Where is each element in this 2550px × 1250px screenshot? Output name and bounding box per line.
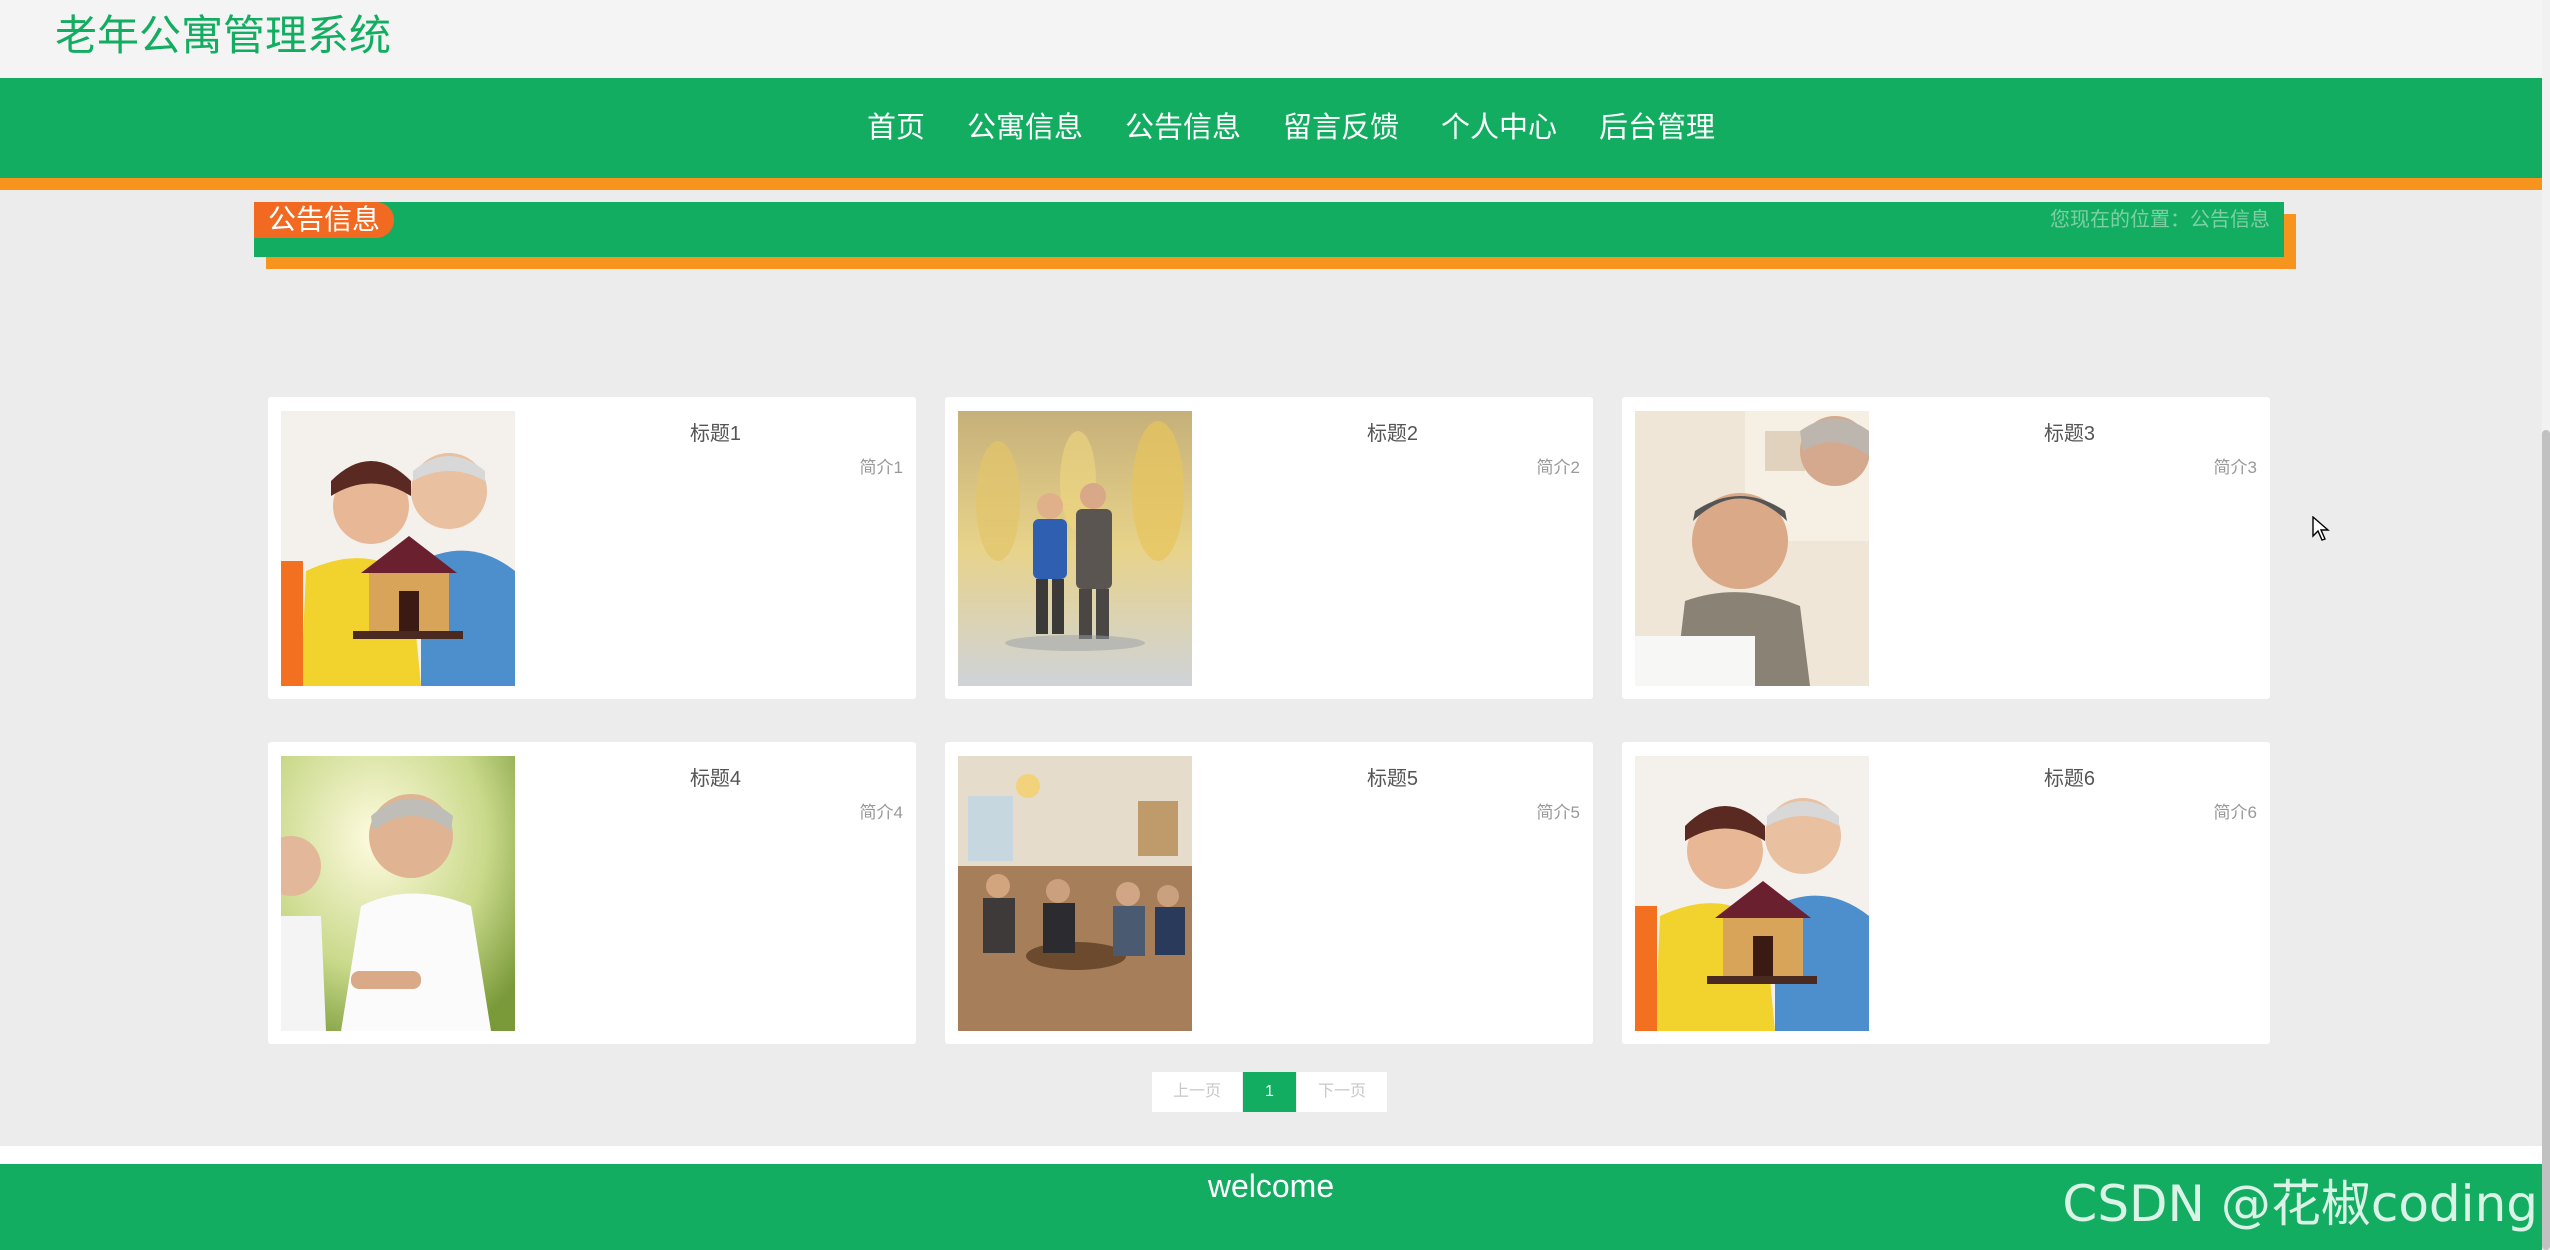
nav-item-apartments[interactable]: 公寓信息 <box>946 78 1104 178</box>
notice-image[interactable] <box>281 411 515 686</box>
notice-summary: 简介1 <box>859 458 903 477</box>
top-header: 老年公寓管理系统 <box>0 0 2542 78</box>
notice-summary: 简介2 <box>1536 458 1580 477</box>
breadcrumb-prefix: 您现在的位置： <box>2050 209 2190 231</box>
section-title: 公告信息 <box>254 202 395 238</box>
pagination: 上一页 1 下一页 <box>1152 1072 1387 1112</box>
notice-title[interactable]: 标题6 <box>1869 762 2270 791</box>
nav-list: 首页 公寓信息 公告信息 留言反馈 个人中心 后台管理 <box>0 78 2542 178</box>
notice-card[interactable]: 标题2 简介2 <box>945 397 1593 699</box>
scrollbar-thumb[interactable] <box>2542 430 2550 1250</box>
notice-summary: 简介4 <box>859 803 903 822</box>
notice-image[interactable] <box>1635 756 1869 1031</box>
nav-item-feedback[interactable]: 留言反馈 <box>1262 78 1420 178</box>
footer-divider <box>0 1146 2542 1164</box>
site-title: 老年公寓管理系统 <box>55 12 392 59</box>
mouse-cursor-icon <box>2312 515 2330 547</box>
notice-summary: 简介5 <box>1536 803 1580 822</box>
notice-card[interactable]: 标题3 简介3 <box>1622 397 2270 699</box>
notice-image[interactable] <box>1635 411 1869 686</box>
notice-card[interactable]: 标题6 简介6 <box>1622 742 2270 1044</box>
notice-summary: 简介6 <box>2213 803 2257 822</box>
page-number-button[interactable]: 1 <box>1243 1072 1296 1112</box>
nav-item-notices[interactable]: 公告信息 <box>1104 78 1262 178</box>
breadcrumb: 您现在的位置：公告信息 <box>2050 206 2270 234</box>
footer: welcome CSDN @花椒coding <box>0 1164 2542 1250</box>
page-scrollbar[interactable] <box>2542 0 2550 1250</box>
notice-card[interactable]: 标题4 简介4 <box>268 742 916 1044</box>
notice-grid: 标题1 简介1 标题2 简介2 标题3 简介3 标题4 简介4 标题5 简介5 … <box>268 397 2272 1044</box>
notice-card[interactable]: 标题5 简介5 <box>945 742 1593 1044</box>
main-navbar: 首页 公寓信息 公告信息 留言反馈 个人中心 后台管理 <box>0 78 2542 190</box>
next-page-button[interactable]: 下一页 <box>1297 1072 1387 1112</box>
notice-title[interactable]: 标题2 <box>1192 417 1593 446</box>
section-header: 公告信息 您现在的位置：公告信息 <box>254 202 2284 257</box>
watermark: CSDN @花椒coding <box>2062 1175 2538 1233</box>
nav-item-admin[interactable]: 后台管理 <box>1578 78 1736 178</box>
nav-item-home[interactable]: 首页 <box>846 78 946 178</box>
notice-image[interactable] <box>958 756 1192 1031</box>
notice-summary: 简介3 <box>2213 458 2257 477</box>
notice-title[interactable]: 标题4 <box>515 762 916 791</box>
prev-page-button[interactable]: 上一页 <box>1152 1072 1242 1112</box>
notice-title[interactable]: 标题3 <box>1869 417 2270 446</box>
notice-title[interactable]: 标题1 <box>515 417 916 446</box>
notice-card[interactable]: 标题1 简介1 <box>268 397 916 699</box>
notice-image[interactable] <box>281 756 515 1031</box>
nav-item-profile[interactable]: 个人中心 <box>1420 78 1578 178</box>
breadcrumb-current[interactable]: 公告信息 <box>2190 209 2270 231</box>
notice-image[interactable] <box>958 411 1192 686</box>
notice-title[interactable]: 标题5 <box>1192 762 1593 791</box>
